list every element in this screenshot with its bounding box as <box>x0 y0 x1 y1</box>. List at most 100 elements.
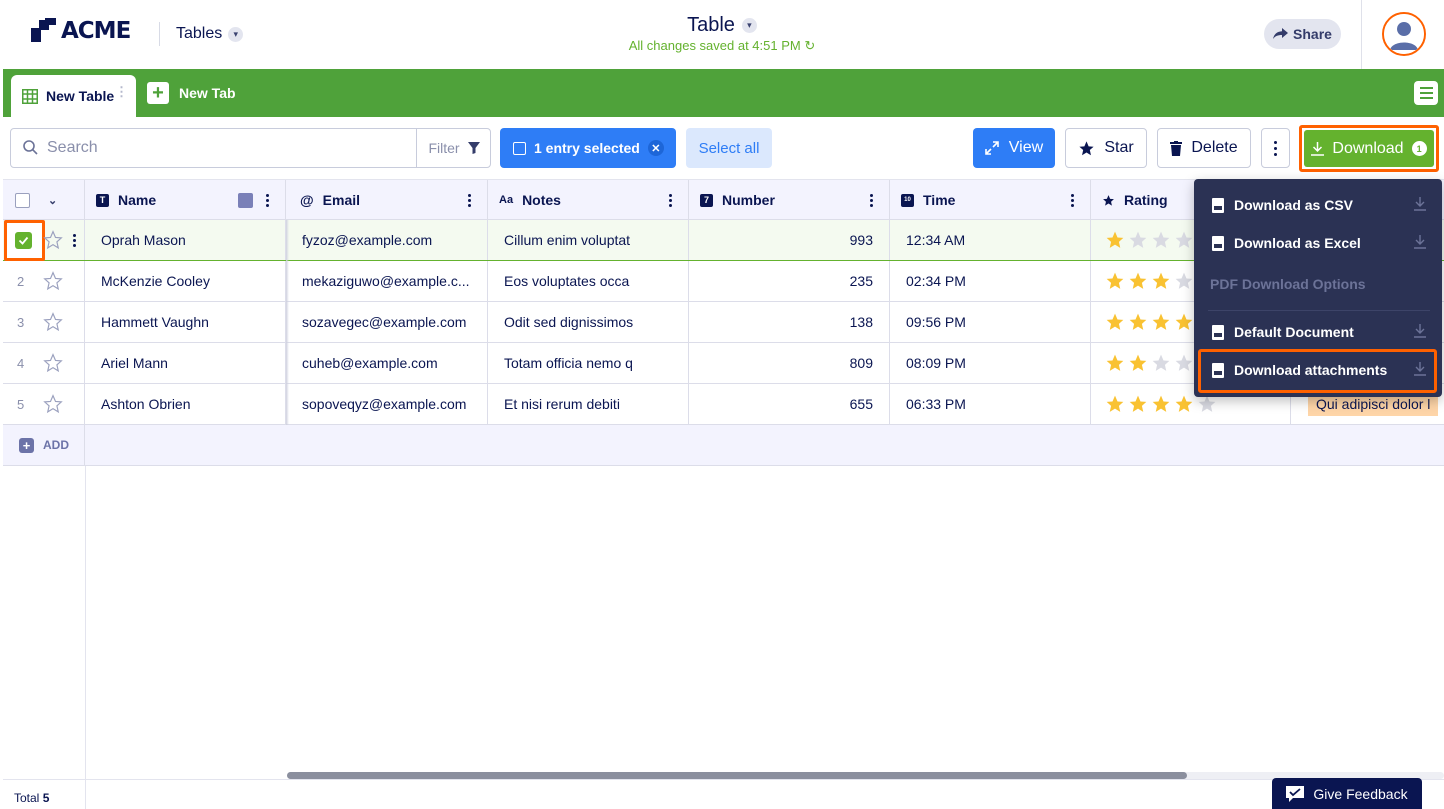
rating-star-icon[interactable] <box>1151 353 1171 373</box>
rating-star-icon[interactable] <box>1151 394 1171 414</box>
new-tab-button[interactable]: + New Tab <box>147 82 236 104</box>
column-menu-icon[interactable] <box>870 194 873 207</box>
cell-number[interactable]: 993 <box>689 220 890 260</box>
chevron-down-icon[interactable]: ⌄ <box>48 194 57 207</box>
search-input[interactable] <box>47 137 407 159</box>
column-header-notes[interactable]: Aa Notes <box>488 180 689 220</box>
excel-file-icon <box>1212 235 1224 251</box>
row-index-rail <box>3 466 86 809</box>
cell-notes[interactable]: Totam officia nemo q <box>488 343 689 383</box>
give-feedback-button[interactable]: Give Feedback <box>1272 778 1422 809</box>
cell-name[interactable]: Hammett Vaughn <box>85 302 286 342</box>
cell-notes[interactable]: Eos voluptates occa <box>488 261 689 301</box>
column-header-number[interactable]: 7 Number <box>689 180 890 220</box>
cell-number[interactable]: 655 <box>689 384 890 424</box>
rating-star-icon[interactable] <box>1174 271 1194 291</box>
tabs-bar: New Table ⋮ + New Tab <box>3 69 1444 117</box>
menu-item-label: Download as CSV <box>1234 197 1354 213</box>
avatar-person-icon <box>1384 14 1424 54</box>
rating-star-icon[interactable] <box>1105 312 1125 332</box>
cell-notes[interactable]: Et nisi rerum debiti <box>488 384 689 424</box>
row-star-icon[interactable] <box>43 394 63 414</box>
cell-name[interactable]: Ariel Mann <box>85 343 286 383</box>
tabs-menu-button[interactable] <box>1414 81 1438 105</box>
cell-time[interactable]: 02:34 PM <box>890 261 1091 301</box>
rating-star-icon[interactable] <box>1174 312 1194 332</box>
cell-email[interactable]: mekaziguwo@example.c... <box>286 261 488 301</box>
rating-star-icon[interactable] <box>1174 230 1194 250</box>
tab-new-table[interactable]: New Table ⋮ <box>11 75 136 117</box>
scrollbar-thumb[interactable] <box>287 772 1187 779</box>
cell-time[interactable]: 09:56 PM <box>890 302 1091 342</box>
download-icon <box>1414 197 1426 211</box>
row-star-icon[interactable] <box>43 230 63 250</box>
cell-time[interactable]: 12:34 AM <box>890 220 1091 260</box>
rating-star-icon[interactable] <box>1128 312 1148 332</box>
tab-options-icon[interactable]: ⋮ <box>115 85 128 98</box>
user-avatar[interactable] <box>1382 12 1426 56</box>
cell-email[interactable]: fyzoz@example.com <box>286 220 488 260</box>
rating-star-icon[interactable] <box>1174 353 1194 373</box>
cell-name[interactable]: McKenzie Cooley <box>85 261 286 301</box>
select-all-button[interactable]: Select all <box>686 128 772 168</box>
row-options-icon[interactable] <box>73 234 76 247</box>
cell-time[interactable]: 08:09 PM <box>890 343 1091 383</box>
column-menu-icon[interactable] <box>1071 194 1074 207</box>
view-label: View <box>1008 139 1044 156</box>
rating-star-icon[interactable] <box>1174 394 1194 414</box>
rating-star-icon[interactable] <box>1105 230 1125 250</box>
rating-star-icon[interactable] <box>1128 353 1148 373</box>
clear-selection-icon[interactable]: ✕ <box>647 140 664 156</box>
cell-email[interactable]: sopoveqyz@example.com <box>286 384 488 424</box>
cell-notes[interactable]: Odit sed dignissimos <box>488 302 689 342</box>
column-menu-icon[interactable] <box>266 194 269 207</box>
cell-name[interactable]: Ashton Obrien <box>85 384 286 424</box>
add-row-button[interactable]: + ADD <box>3 425 85 465</box>
more-options-button[interactable] <box>1261 128 1290 168</box>
row-checkbox[interactable] <box>15 232 32 249</box>
column-menu-icon[interactable] <box>468 194 471 207</box>
view-button[interactable]: View <box>973 128 1055 168</box>
doc-title-menu[interactable]: Table ▾ <box>687 14 757 37</box>
rating-star-icon[interactable] <box>1128 271 1148 291</box>
menu-item-download-excel[interactable]: Download as Excel <box>1194 224 1442 262</box>
cell-notes[interactable]: Cillum enim voluptat <box>488 220 689 260</box>
delete-label: Delete <box>1191 139 1238 156</box>
download-icon <box>1311 141 1325 156</box>
rating-star-icon[interactable] <box>1151 271 1171 291</box>
share-button[interactable]: Share <box>1264 19 1341 49</box>
row-star-icon[interactable] <box>43 271 63 291</box>
feedback-icon <box>1286 785 1305 802</box>
select-all-checkbox[interactable] <box>15 192 30 208</box>
cell-time[interactable]: 06:33 PM <box>890 384 1091 424</box>
cell-email[interactable]: cuheb@example.com <box>286 343 488 383</box>
cell-number[interactable]: 138 <box>689 302 890 342</box>
column-header-email[interactable]: @ Email <box>289 180 488 220</box>
cell-name[interactable]: Oprah Mason <box>85 220 286 260</box>
column-header-name[interactable]: T Name <box>85 180 286 220</box>
row-star-icon[interactable] <box>43 312 63 332</box>
delete-button[interactable]: Delete <box>1157 128 1251 168</box>
star-button[interactable]: Star <box>1065 128 1147 168</box>
pin-icon[interactable] <box>238 193 253 208</box>
horizontal-scrollbar[interactable] <box>287 772 1444 779</box>
row-index-cell: 3 <box>3 302 85 342</box>
cell-number[interactable]: 809 <box>689 343 890 383</box>
filter-button[interactable]: Filter <box>416 129 491 167</box>
cell-email[interactable]: sozavegec@example.com <box>286 302 488 342</box>
column-header-time[interactable]: 10 Time <box>890 180 1091 220</box>
row-star-icon[interactable] <box>43 353 63 373</box>
menu-item-default-document[interactable]: Default Document <box>1194 313 1442 351</box>
rating-star-icon[interactable] <box>1105 271 1125 291</box>
rating-star-icon[interactable] <box>1105 353 1125 373</box>
rating-star-icon[interactable] <box>1128 394 1148 414</box>
download-button[interactable]: Download 1 <box>1304 130 1434 167</box>
rating-star-icon[interactable] <box>1151 312 1171 332</box>
rating-star-icon[interactable] <box>1105 394 1125 414</box>
cell-number[interactable]: 235 <box>689 261 890 301</box>
rating-star-icon[interactable] <box>1197 394 1217 414</box>
column-menu-icon[interactable] <box>669 194 672 207</box>
rating-star-icon[interactable] <box>1151 230 1171 250</box>
menu-item-download-csv[interactable]: Download as CSV <box>1194 186 1442 224</box>
rating-star-icon[interactable] <box>1128 230 1148 250</box>
